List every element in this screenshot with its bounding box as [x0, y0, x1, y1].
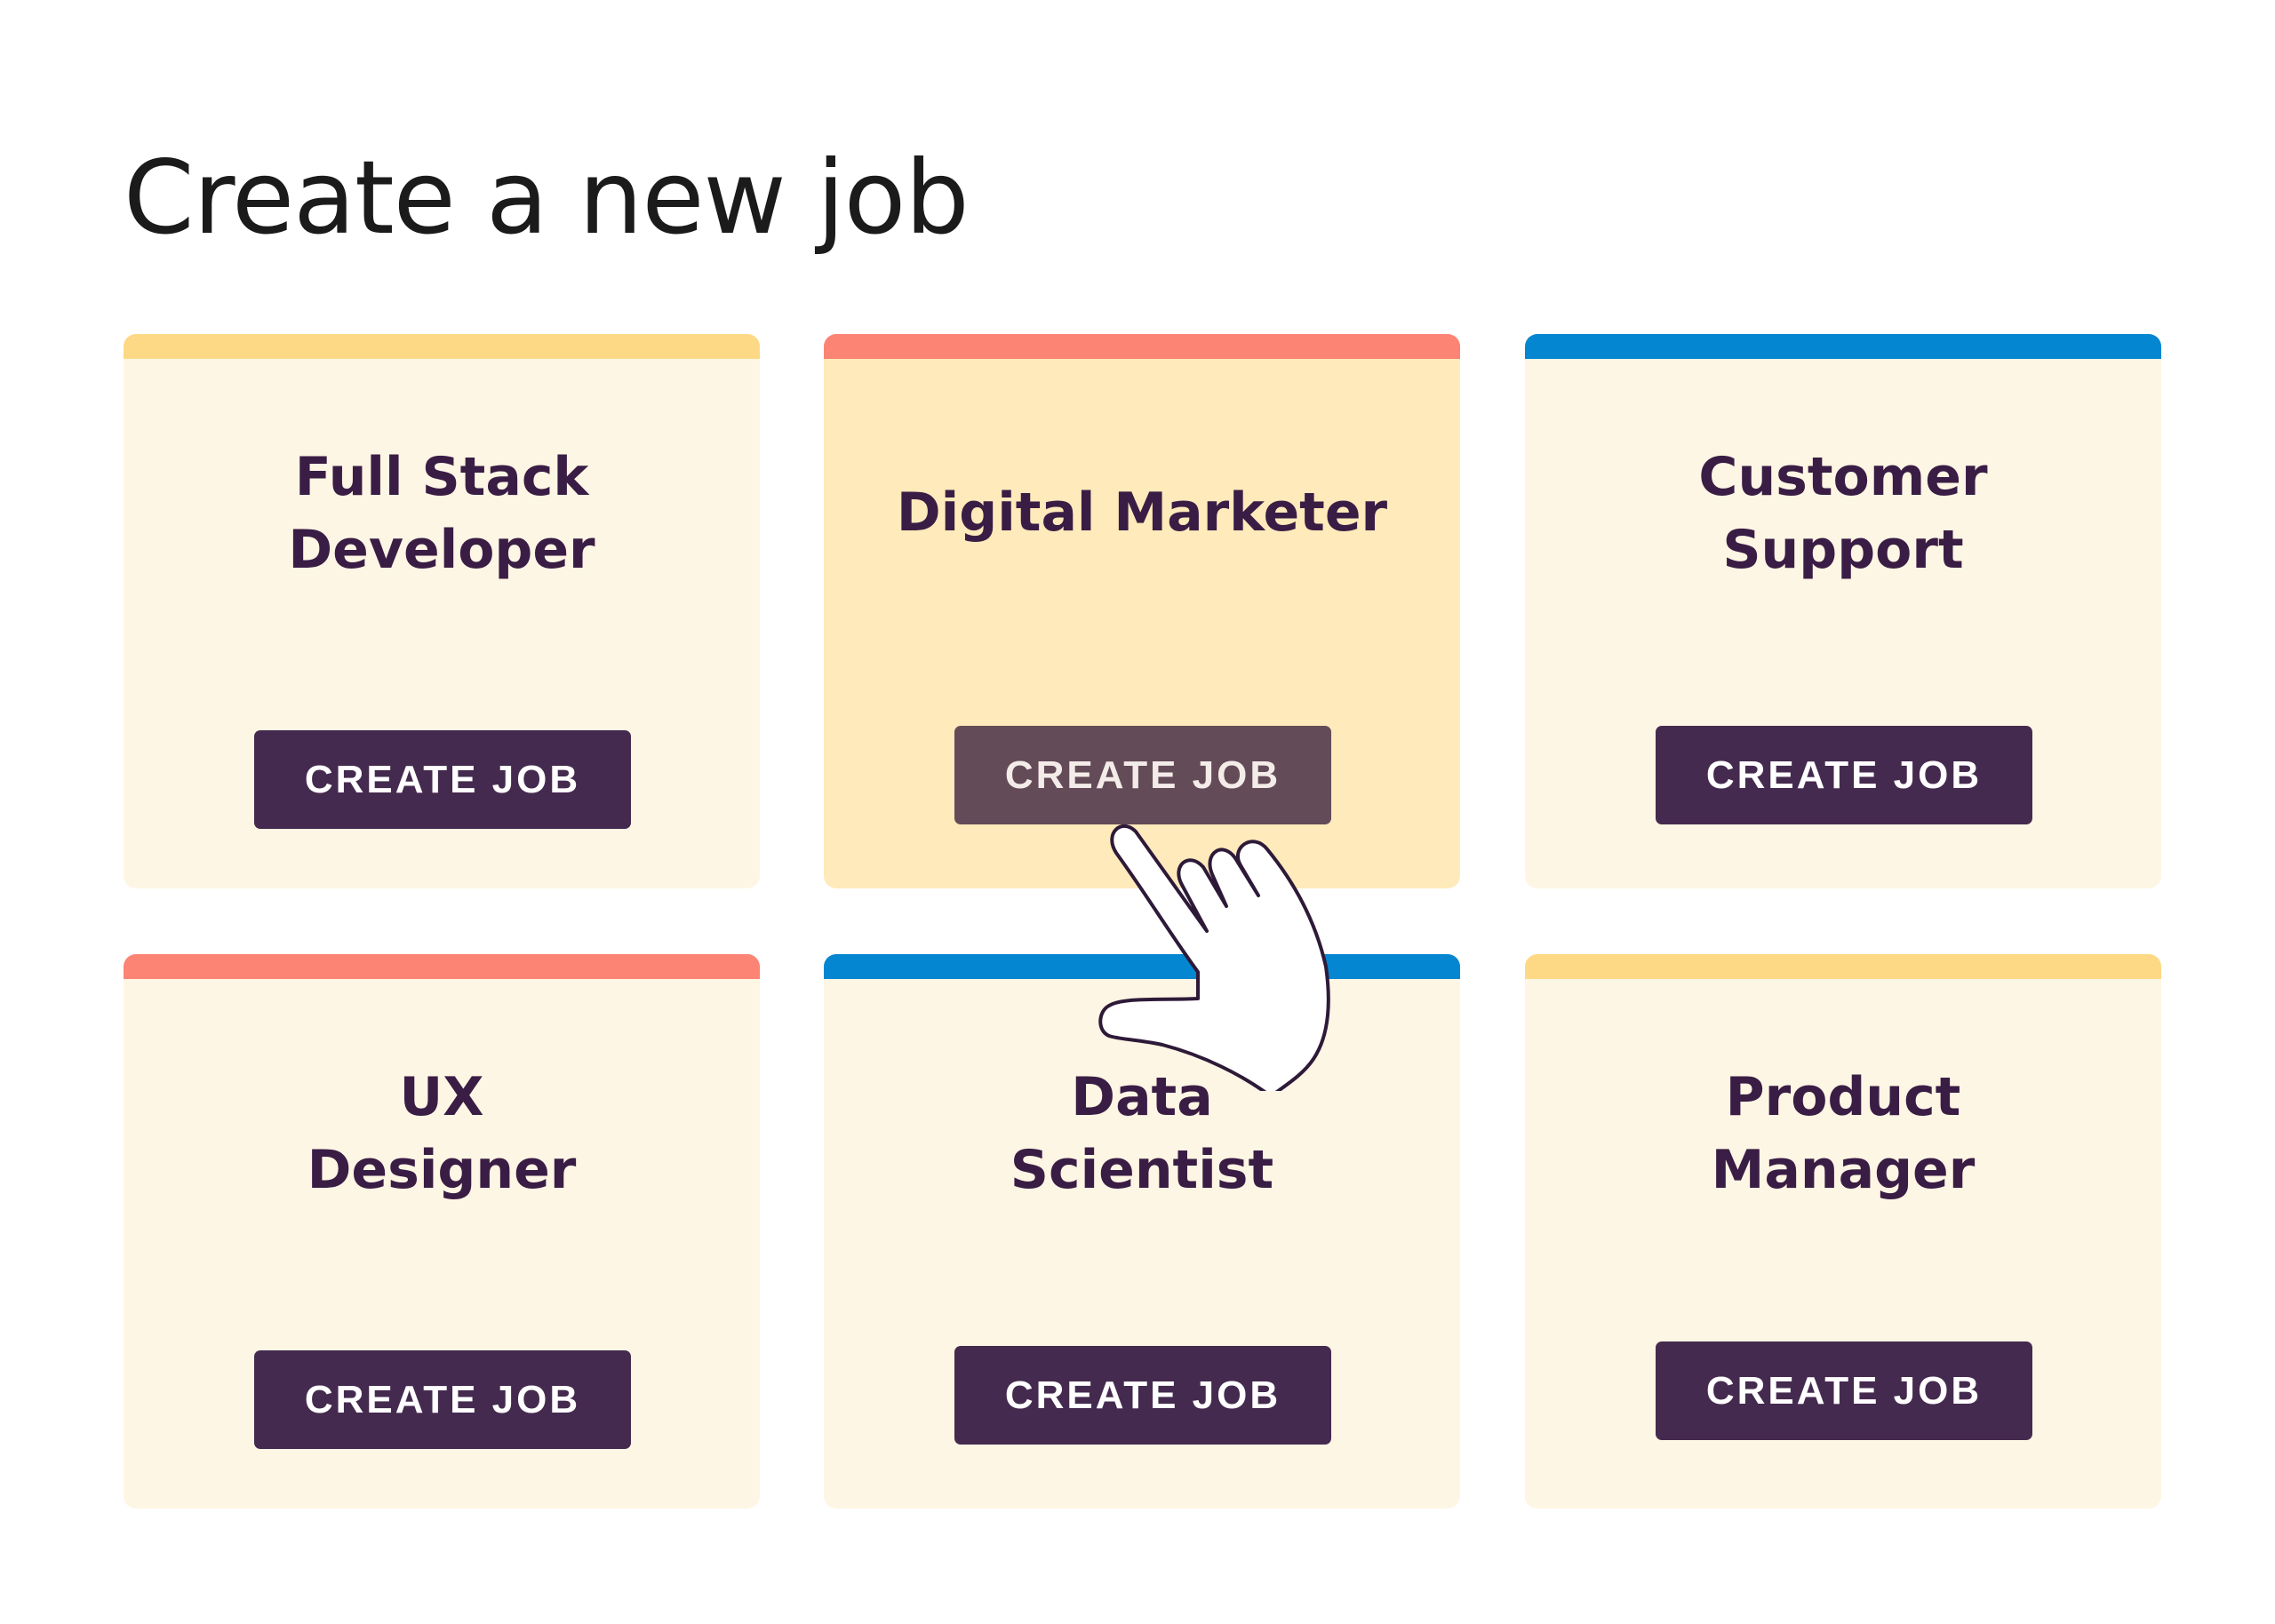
hand-pointer-icon: [1098, 824, 1330, 1091]
card-title-line: Digital Marketer: [896, 482, 1388, 544]
create-job-button-data-scientist[interactable]: CREATE JOB: [954, 1346, 1331, 1445]
card-title-line: Scientist: [1010, 1139, 1274, 1201]
create-job-button-customer-support[interactable]: CREATE JOB: [1656, 726, 2032, 824]
card-title: UX Designer: [177, 1061, 706, 1206]
card-title-line: Manager: [1711, 1139, 1976, 1201]
job-card-product-manager: Product Manager CREATE JOB: [1525, 954, 2161, 1509]
card-title: Digital Marketer: [877, 476, 1407, 549]
create-job-button-ux-designer[interactable]: CREATE JOB: [254, 1350, 631, 1449]
card-title: Customer Support: [1578, 441, 2108, 586]
page-title: Create a new job: [124, 139, 970, 257]
card-title-line: UX: [399, 1066, 484, 1128]
card-title: Product Manager: [1578, 1061, 2108, 1206]
card-accent-bar: [1525, 954, 2161, 979]
card-title-line: Developer: [288, 519, 595, 581]
card-title-line: Product: [1725, 1066, 1961, 1128]
card-accent-bar: [124, 954, 760, 979]
job-card-customer-support: Customer Support CREATE JOB: [1525, 334, 2161, 888]
card-title-line: Designer: [307, 1139, 577, 1201]
card-accent-bar: [124, 334, 760, 359]
card-title-line: Support: [1722, 519, 1964, 581]
create-job-button-product-manager[interactable]: CREATE JOB: [1656, 1341, 2032, 1440]
create-job-button-full-stack-developer[interactable]: CREATE JOB: [254, 730, 631, 829]
card-title-line: Full Stack: [294, 446, 589, 508]
card-title: Full Stack Developer: [177, 441, 706, 586]
card-accent-bar: [824, 334, 1460, 359]
card-accent-bar: [1525, 334, 2161, 359]
card-title-line: Customer: [1698, 446, 1988, 508]
job-card-ux-designer: UX Designer CREATE JOB: [124, 954, 760, 1509]
job-card-full-stack-developer: Full Stack Developer CREATE JOB: [124, 334, 760, 888]
